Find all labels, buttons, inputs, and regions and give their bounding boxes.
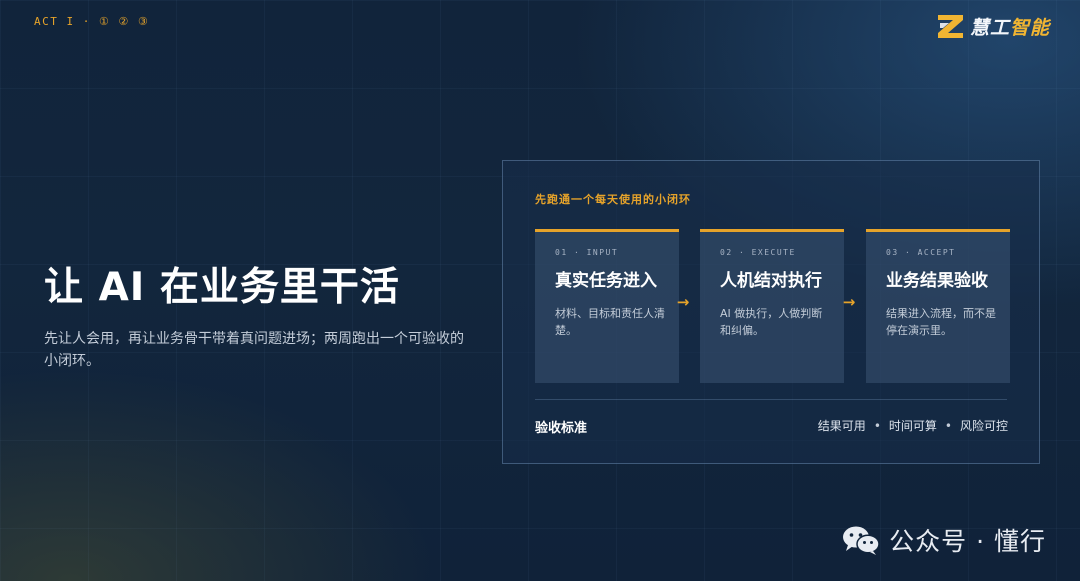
step-card-input: 01 · INPUT 真实任务进入 材料、目标和责任人清楚。	[535, 229, 679, 383]
arrow-right-icon: →	[842, 293, 856, 311]
brand-name: 慧工智能	[970, 13, 1050, 40]
step-code: 02 · EXECUTE	[720, 248, 796, 257]
step-title: 人机结对执行	[720, 271, 822, 291]
hero-subtitle: 先让人会用，再让业务骨干带着真问题进场；两周跑出一个可验收的小闭环。	[44, 331, 464, 369]
wechat-icon	[843, 526, 880, 555]
arrow-right-icon: →	[676, 293, 690, 311]
step-card-accept: 03 · ACCEPT 业务结果验收 结果进入流程，而不是停在演示里。	[866, 229, 1010, 383]
step-description: 材料、目标和责任人清楚。	[555, 307, 665, 337]
acceptance-criteria-label: 验收标准	[535, 421, 588, 436]
brand-name-accent: 智能	[1009, 16, 1050, 39]
wechat-watermark: 公众号 · 懂行	[841, 522, 1046, 558]
step-title: 真实任务进入	[555, 271, 657, 291]
step-description: AI 做执行，人做判断和纠偏。	[720, 307, 823, 337]
step-code: 03 · ACCEPT	[886, 248, 956, 257]
brand-logo: 慧工智能	[936, 12, 1050, 40]
step-code: 01 · INPUT	[555, 248, 619, 257]
criteria-item: 时间可算	[888, 419, 937, 433]
act-indicator: ACT I · ① ② ③	[34, 15, 150, 28]
criteria-item: 风险可控	[959, 419, 1008, 433]
step-card-execute: 02 · EXECUTE 人机结对执行 AI 做执行，人做判断和纠偏。	[700, 229, 844, 383]
slide: ACT I · ① ② ③ 慧工智能 让 AI 在业务里干活 先让人会用，再让业…	[0, 0, 1080, 581]
step-description: 结果进入流程，而不是停在演示里。	[886, 307, 996, 337]
panel-caption: 先跑通一个每天使用的小闭环	[535, 193, 691, 206]
step-title: 业务结果验收	[886, 271, 988, 291]
criteria-separator: •	[873, 418, 881, 433]
criteria-item: 结果可用	[817, 419, 866, 433]
watermark-text: 公众号 · 懂行	[889, 527, 1046, 556]
criteria-separator: •	[944, 418, 952, 433]
hero-title: 让 AI 在业务里干活	[44, 265, 400, 310]
acceptance-criteria-list: 结果可用 • 时间可算 • 风险可控	[818, 417, 1008, 434]
process-panel: 先跑通一个每天使用的小闭环 01 · INPUT 真实任务进入 材料、目标和责任…	[502, 160, 1040, 464]
panel-divider	[535, 399, 1007, 400]
z-logo-icon	[937, 15, 963, 38]
brand-name-main: 慧工	[969, 16, 1010, 39]
